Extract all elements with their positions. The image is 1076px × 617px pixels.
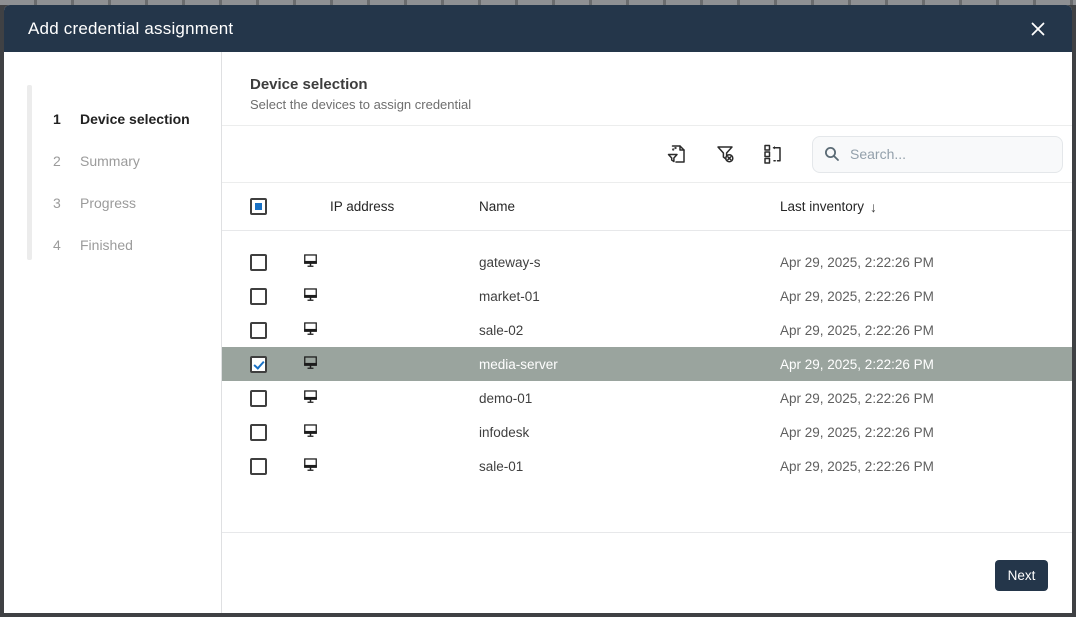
step-label: Progress bbox=[80, 195, 136, 211]
monitor-icon bbox=[302, 320, 319, 340]
table-row[interactable]: sale-01 Apr 29, 2025, 2:22:26 PM bbox=[222, 449, 1072, 483]
table-row[interactable]: sale-02 Apr 29, 2025, 2:22:26 PM bbox=[222, 313, 1072, 347]
step-label: Device selection bbox=[80, 111, 190, 127]
table-row[interactable]: gateway-s Apr 29, 2025, 2:22:26 PM bbox=[222, 245, 1072, 279]
step-progress[interactable]: 3 Progress bbox=[4, 182, 221, 224]
step-device-selection[interactable]: 1 Device selection bbox=[4, 98, 221, 140]
cell-name: demo-01 bbox=[479, 391, 780, 406]
search-field bbox=[812, 136, 1063, 173]
monitor-icon bbox=[302, 422, 319, 442]
monitor-icon bbox=[302, 456, 319, 476]
cell-last-inventory: Apr 29, 2025, 2:22:26 PM bbox=[780, 391, 1072, 406]
page-title: Device selection bbox=[250, 76, 1044, 93]
row-checkbox[interactable] bbox=[250, 424, 267, 441]
step-number: 2 bbox=[53, 153, 80, 169]
monitor-icon bbox=[302, 286, 319, 306]
cell-name: sale-01 bbox=[479, 459, 780, 474]
column-header-ip-address[interactable]: IP address bbox=[330, 199, 479, 214]
step-summary[interactable]: 2 Summary bbox=[4, 140, 221, 182]
table-row[interactable]: market-01 Apr 29, 2025, 2:22:26 PM bbox=[222, 279, 1072, 313]
selection-list-icon[interactable] bbox=[758, 139, 788, 169]
row-checkbox[interactable] bbox=[250, 356, 267, 373]
dialog-header: Add credential assignment bbox=[4, 5, 1072, 52]
monitor-icon bbox=[302, 354, 319, 374]
table-toolbar bbox=[222, 126, 1072, 183]
search-icon bbox=[823, 145, 841, 163]
select-all-checkbox[interactable] bbox=[250, 198, 267, 215]
page-subtitle: Select the devices to assign credential bbox=[250, 97, 1044, 112]
cell-name: gateway-s bbox=[479, 255, 780, 270]
table-header-row: IP address Name Last inventory ↓ bbox=[222, 183, 1072, 231]
step-finished[interactable]: 4 Finished bbox=[4, 224, 221, 266]
close-icon[interactable] bbox=[1024, 15, 1052, 43]
table-empty-space bbox=[222, 483, 1072, 532]
monitor-icon bbox=[302, 388, 319, 408]
cell-name: media-server bbox=[479, 357, 780, 372]
step-label: Summary bbox=[80, 153, 140, 169]
cell-last-inventory: Apr 29, 2025, 2:22:26 PM bbox=[780, 357, 1072, 372]
cell-last-inventory: Apr 29, 2025, 2:22:26 PM bbox=[780, 255, 1072, 270]
device-table-body: gateway-s Apr 29, 2025, 2:22:26 PM marke… bbox=[222, 231, 1072, 483]
step-number: 1 bbox=[53, 111, 80, 127]
wizard-steps-sidebar: 1 Device selection 2 Summary 3 Progress … bbox=[4, 52, 222, 613]
row-checkbox[interactable] bbox=[250, 288, 267, 305]
search-input[interactable] bbox=[850, 146, 1052, 162]
cell-name: infodesk bbox=[479, 425, 780, 440]
monitor-icon bbox=[302, 252, 319, 272]
step-number: 4 bbox=[53, 237, 80, 253]
dialog-title: Add credential assignment bbox=[28, 19, 233, 39]
sort-descending-icon: ↓ bbox=[870, 199, 877, 215]
table-row[interactable]: infodesk Apr 29, 2025, 2:22:26 PM bbox=[222, 415, 1072, 449]
column-header-last-inventory[interactable]: Last inventory ↓ bbox=[780, 199, 1072, 215]
row-checkbox[interactable] bbox=[250, 322, 267, 339]
wizard-progress-track bbox=[27, 85, 32, 260]
row-checkbox[interactable] bbox=[250, 254, 267, 271]
cell-last-inventory: Apr 29, 2025, 2:22:26 PM bbox=[780, 289, 1072, 304]
cell-last-inventory: Apr 29, 2025, 2:22:26 PM bbox=[780, 323, 1072, 338]
next-button[interactable]: Next bbox=[995, 560, 1048, 591]
filter-document-icon[interactable] bbox=[662, 139, 692, 169]
cell-last-inventory: Apr 29, 2025, 2:22:26 PM bbox=[780, 459, 1072, 474]
row-checkbox[interactable] bbox=[250, 390, 267, 407]
table-row[interactable]: media-server Apr 29, 2025, 2:22:26 PM bbox=[222, 347, 1072, 381]
dialog-footer: Next bbox=[222, 532, 1072, 613]
table-row[interactable]: demo-01 Apr 29, 2025, 2:22:26 PM bbox=[222, 381, 1072, 415]
add-credential-assignment-dialog: Add credential assignment 1 Device selec… bbox=[4, 5, 1072, 613]
cell-last-inventory: Apr 29, 2025, 2:22:26 PM bbox=[780, 425, 1072, 440]
cell-name: market-01 bbox=[479, 289, 780, 304]
cell-name: sale-02 bbox=[479, 323, 780, 338]
step-number: 3 bbox=[53, 195, 80, 211]
step-heading-block: Device selection Select the devices to a… bbox=[222, 52, 1072, 126]
column-header-name[interactable]: Name bbox=[479, 199, 780, 214]
row-checkbox[interactable] bbox=[250, 458, 267, 475]
step-label: Finished bbox=[80, 237, 133, 253]
clear-filter-icon[interactable] bbox=[710, 139, 740, 169]
